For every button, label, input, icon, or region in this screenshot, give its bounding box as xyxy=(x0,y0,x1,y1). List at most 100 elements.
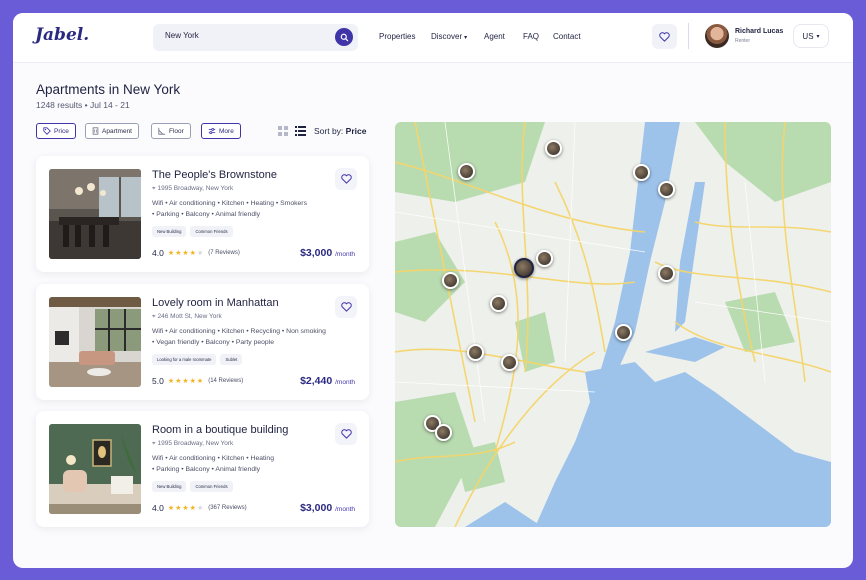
save-listing-button[interactable] xyxy=(335,168,357,190)
language-value: US xyxy=(802,31,814,41)
review-count[interactable]: (7 Reviews) xyxy=(208,250,240,256)
listing-amenities: Wifi • Air conditioning • Kitchen • Recy… xyxy=(152,326,337,348)
filter-floor-label: Floor xyxy=(169,127,184,135)
brand-logo[interactable]: Jabel. xyxy=(35,25,89,45)
rating-score: 4.0 xyxy=(152,503,164,513)
price-period: /month xyxy=(335,251,355,258)
review-count[interactable]: (367 Reviews) xyxy=(208,505,246,511)
map-marker[interactable] xyxy=(658,181,675,198)
listing-title[interactable]: Lovely room in Manhattan xyxy=(152,297,279,309)
location-pin-icon: ⌖ xyxy=(152,313,156,320)
listing-address-text: 1995 Broadway, New York xyxy=(157,185,234,192)
nav-properties[interactable]: Properties xyxy=(379,32,415,41)
heart-icon xyxy=(340,174,352,184)
grid-view-toggle[interactable] xyxy=(278,126,288,136)
nav-faq[interactable]: FAQ xyxy=(523,32,539,41)
heart-icon xyxy=(340,429,352,439)
map-view[interactable] xyxy=(395,122,831,527)
search-bar[interactable]: New York xyxy=(153,24,358,51)
price-amount: $3,000 xyxy=(300,502,333,514)
listing-rating: 5.0 ★★★★★ (14 Reviews) xyxy=(152,376,243,386)
avatar[interactable] xyxy=(705,24,729,48)
listing-price: $3,000 /month xyxy=(300,502,355,514)
header-divider xyxy=(688,23,689,49)
search-input[interactable]: New York xyxy=(165,31,199,40)
price-period: /month xyxy=(335,506,355,513)
app-window: Jabel. New York Properties Discover ▾ Age… xyxy=(13,13,853,568)
star-rating-icon: ★★★★★ xyxy=(167,505,205,512)
amenities-line: Wifi • Air conditioning • Kitchen • Heat… xyxy=(152,200,307,207)
chevron-down-icon: ▾ xyxy=(816,33,820,40)
listing-address: ⌖ 1995 Broadway, New York xyxy=(152,440,233,448)
user-role: Renter xyxy=(735,38,751,44)
listing-tags: Looking for a male roommate Sublet xyxy=(152,354,243,365)
listing-photo-living-room[interactable] xyxy=(49,297,141,387)
tag-badge: Common Friends xyxy=(190,226,233,237)
map-marker[interactable] xyxy=(633,164,650,181)
map-marker[interactable] xyxy=(458,163,475,180)
map-marker[interactable] xyxy=(536,250,553,267)
map-marker[interactable] xyxy=(501,354,518,371)
save-listing-button[interactable] xyxy=(335,423,357,445)
language-select[interactable]: US ▾ xyxy=(793,24,829,48)
map-marker-selected[interactable] xyxy=(514,258,534,278)
search-button[interactable] xyxy=(335,28,353,46)
filter-more[interactable]: More xyxy=(201,123,241,139)
price-amount: $2,440 xyxy=(300,375,333,387)
map-marker[interactable] xyxy=(490,295,507,312)
tag-badge: Common Friends xyxy=(190,481,233,492)
map-marker[interactable] xyxy=(442,272,459,289)
amenities-line: Wifi • Air conditioning • Kitchen • Recy… xyxy=(152,328,326,335)
listing-tags: New Building Common Friends xyxy=(152,226,233,237)
map-marker[interactable] xyxy=(658,265,675,282)
map-marker[interactable] xyxy=(545,140,562,157)
listing-title[interactable]: Room in a boutique building xyxy=(152,424,288,436)
rating-score: 4.0 xyxy=(152,248,164,258)
filter-price[interactable]: Price xyxy=(36,123,76,139)
filter-price-label: Price xyxy=(54,127,69,135)
location-pin-icon: ⌖ xyxy=(152,440,156,447)
listing-title[interactable]: The People's Brownstone xyxy=(152,169,277,181)
listing-photo-dining[interactable] xyxy=(49,169,141,259)
listing-photo-bedroom[interactable] xyxy=(49,424,141,514)
save-listing-button[interactable] xyxy=(335,296,357,318)
amenities-line: Wifi • Air conditioning • Kitchen • Heat… xyxy=(152,455,274,462)
review-count[interactable]: (14 Reviews) xyxy=(208,378,243,384)
nav-agent[interactable]: Agent xyxy=(484,32,505,41)
listing-address: ⌖ 1995 Broadway, New York xyxy=(152,185,233,193)
tag-badge: Sublet xyxy=(220,354,243,365)
filter-apartment[interactable]: Apartment xyxy=(85,123,139,139)
tag-icon xyxy=(43,127,51,135)
map-marker[interactable] xyxy=(435,424,452,441)
listing-address: ⌖ 246 Mott St, New York xyxy=(152,313,222,321)
listing-amenities: Wifi • Air conditioning • Kitchen • Heat… xyxy=(152,198,337,220)
tag-badge: Looking for a male roommate xyxy=(152,354,217,365)
grid-view-icon xyxy=(278,126,282,130)
sliders-icon xyxy=(208,127,216,135)
nav-discover[interactable]: Discover ▾ xyxy=(431,32,467,41)
amenities-line: • Parking • Balcony • Animal friendly xyxy=(152,211,261,218)
sort-dropdown[interactable]: Sort by: Price xyxy=(314,126,366,136)
listing-address-text: 246 Mott St, New York xyxy=(157,313,222,320)
filter-floor[interactable]: Floor xyxy=(151,123,191,139)
price-amount: $3,000 xyxy=(300,247,333,259)
map-canvas[interactable] xyxy=(395,122,831,527)
user-name[interactable]: Richard Lucas xyxy=(735,28,783,35)
search-icon xyxy=(340,33,348,41)
listing-card[interactable]: Room in a boutique building ⌖ 1995 Broad… xyxy=(36,411,369,527)
nav-discover-label: Discover xyxy=(431,32,463,41)
listing-card[interactable]: The People's Brownstone ⌖ 1995 Broadway,… xyxy=(36,156,369,272)
listing-card[interactable]: Lovely room in Manhattan ⌖ 246 Mott St, … xyxy=(36,284,369,400)
listing-amenities: Wifi • Air conditioning • Kitchen • Heat… xyxy=(152,453,337,475)
sort-value: Price xyxy=(345,126,367,136)
list-view-toggle[interactable] xyxy=(295,126,306,136)
map-marker[interactable] xyxy=(615,324,632,341)
listing-rating: 4.0 ★★★★★ (7 Reviews) xyxy=(152,248,240,258)
heart-icon xyxy=(340,302,352,312)
nav-contact[interactable]: Contact xyxy=(553,32,581,41)
map-marker[interactable] xyxy=(467,344,484,361)
star-rating-icon: ★★★★★ xyxy=(167,378,205,385)
favorites-button[interactable] xyxy=(652,24,677,49)
location-pin-icon: ⌖ xyxy=(152,185,156,192)
filter-apartment-label: Apartment xyxy=(102,127,132,135)
